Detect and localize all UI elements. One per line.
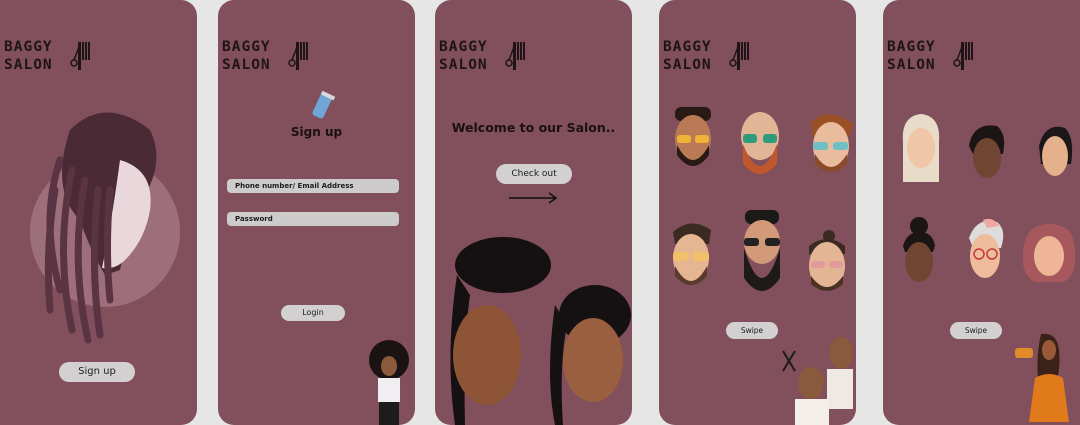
- splash-screen: BAGGY SALON Sign up: [0, 0, 197, 425]
- comb-scissors-icon: [288, 42, 308, 70]
- signup-title: Sign up: [290, 125, 343, 139]
- brand-line-1: BAGGY: [663, 39, 712, 55]
- brand-logo: BAGGY SALON: [887, 38, 973, 74]
- barbers-illustration: [782, 337, 853, 425]
- comb-scissors-icon: [953, 42, 973, 70]
- women-styles-screen: BAGGY SALON Swipe: [883, 0, 1080, 425]
- men-style-5-avatar[interactable]: [739, 208, 785, 302]
- women-style-5-avatar[interactable]: [963, 216, 1007, 288]
- woman-afro-illustration: [369, 340, 409, 425]
- brand-logo: BAGGY SALON: [4, 38, 90, 74]
- brand-line-2: SALON: [663, 57, 712, 73]
- comb-scissors-icon: [729, 42, 749, 70]
- brand-line-2: SALON: [4, 57, 53, 73]
- comb-scissors-icon: [505, 42, 525, 70]
- swipe-button[interactable]: Swipe: [726, 322, 778, 339]
- welcome-screen: BAGGY SALON Welcome to our Salon.. Check…: [435, 0, 632, 425]
- checkout-button[interactable]: Check out: [496, 164, 572, 184]
- brand-logo: BAGGY SALON: [222, 38, 308, 74]
- brand-logo: BAGGY SALON: [439, 38, 525, 74]
- hair-clipper-icon: [312, 90, 336, 119]
- arrow-right-icon: [509, 192, 558, 204]
- women-style-2-avatar[interactable]: [967, 124, 1007, 186]
- swipe-button[interactable]: Swipe: [950, 322, 1002, 339]
- email-field[interactable]: Phone number/ Email Address: [227, 179, 399, 193]
- welcome-title: Welcome to our Salon..: [451, 120, 616, 135]
- men-style-4-avatar[interactable]: [667, 218, 715, 292]
- password-field[interactable]: Password: [227, 212, 399, 226]
- login-button[interactable]: Login: [281, 305, 345, 321]
- men-style-3-avatar[interactable]: [805, 110, 855, 178]
- brand-logo: BAGGY SALON: [663, 38, 749, 74]
- signup-button[interactable]: Sign up: [59, 362, 135, 382]
- women-style-4-avatar[interactable]: [899, 216, 939, 288]
- signup-screen: BAGGY SALON Sign up Phone number/ Email …: [218, 0, 415, 425]
- brand-line-2: SALON: [439, 57, 488, 73]
- brand-line-2: SALON: [222, 57, 271, 73]
- men-style-6-avatar[interactable]: [801, 230, 853, 298]
- women-style-3-avatar[interactable]: [1035, 124, 1075, 184]
- brand-line-1: BAGGY: [887, 39, 936, 55]
- men-style-2-avatar[interactable]: [739, 108, 781, 180]
- brand-line-1: BAGGY: [4, 39, 53, 55]
- comb-scissors-icon: [70, 42, 90, 70]
- women-style-1-avatar[interactable]: [899, 112, 943, 184]
- brand-line-2: SALON: [887, 57, 936, 73]
- men-style-1-avatar[interactable]: [671, 105, 715, 175]
- brand-line-1: BAGGY: [439, 39, 488, 55]
- hairdresser-woman-illustration: [1015, 333, 1069, 422]
- women-style-6-avatar[interactable]: [1021, 222, 1077, 286]
- brand-line-1: BAGGY: [222, 39, 271, 55]
- woman-dreadlocks-illustration: [30, 112, 180, 344]
- men-styles-screen: BAGGY SALON Swipe: [659, 0, 856, 425]
- two-women-illustration: [450, 237, 631, 425]
